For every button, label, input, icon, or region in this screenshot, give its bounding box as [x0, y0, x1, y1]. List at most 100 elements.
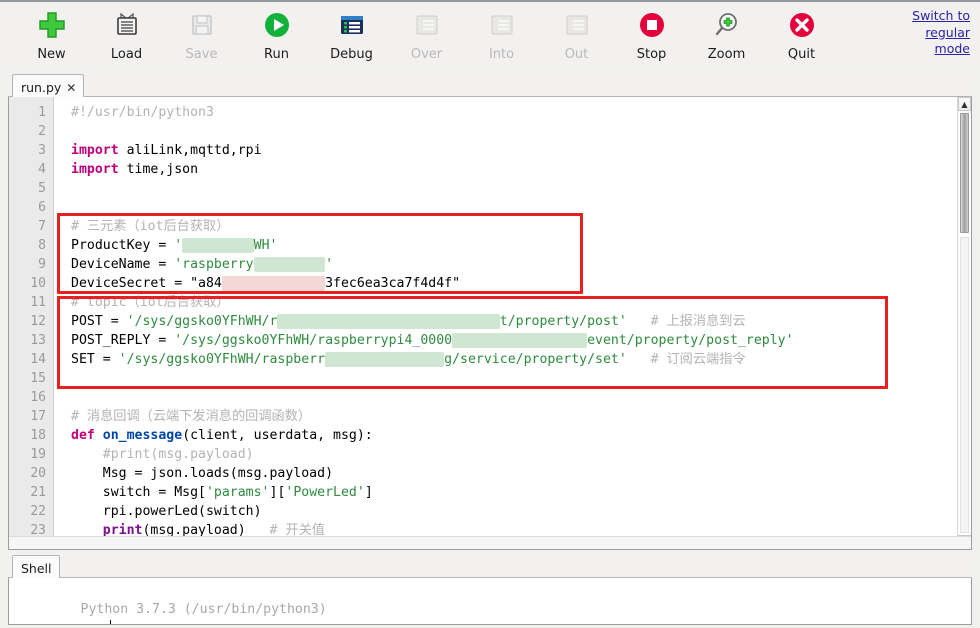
toolbar-button-over[interactable]: Over [389, 2, 464, 68]
code-token: # 上报消息到云 [626, 314, 746, 329]
line-number: 10 [30, 276, 46, 291]
code-token: def [71, 428, 95, 443]
code-token: #print(msg.payload) [71, 447, 254, 462]
code-token: ProductKey = [71, 238, 175, 253]
code-line: Msg = json.loads(msg.payload) [55, 464, 958, 483]
code-token: SET = [71, 352, 119, 367]
editor-notebook: run.py ✕ 1 2 3 4 5 6 7 8 9 10 11 12 13 14 15 16 17 18 19 20… [8, 72, 972, 550]
code-line: POST = '/sys/ggsko0YFhWH/raspberrypi4_00… [55, 312, 958, 331]
code-token: '/sys/ggsko0YFhWH/raspberr [118, 352, 326, 367]
play-icon [259, 7, 295, 43]
toolbar-button-load[interactable]: Load [89, 2, 164, 68]
code-token: t/property/post' [499, 314, 627, 329]
code-token: 'params' [205, 485, 270, 500]
code-token: import [71, 143, 119, 158]
redacted-text: ggsko0YFh [182, 238, 254, 253]
line-number: 22 [30, 504, 46, 519]
editor-tabstrip: run.py ✕ [8, 72, 972, 97]
toolbar-label: Zoom [707, 47, 746, 62]
code-token: ' [325, 257, 334, 272]
scrollbar-track[interactable] [960, 237, 969, 533]
code-token: # 三元素（iot后台获取） [71, 219, 230, 234]
line-number: 8 [38, 238, 46, 253]
editor-vertical-scrollbar[interactable]: ▲ ▼ [957, 97, 971, 549]
shell-prompt: >>> [81, 621, 105, 624]
toolbar-label: Stop [636, 47, 667, 62]
editor-horizontal-scrollbar[interactable] [9, 536, 971, 549]
editor-tab-label: run.py [21, 80, 62, 95]
toolbar-button-out[interactable]: Out [539, 2, 614, 68]
code-line: import time,json [55, 160, 958, 179]
code-line: switch = Msg['params']['PowerLed'] [55, 483, 958, 502]
save-disk-icon [184, 7, 220, 43]
toolbar-button-save[interactable]: Save [164, 2, 239, 68]
toolbar-button-zoom[interactable]: Zoom [689, 2, 764, 68]
toolbar-label: New [37, 47, 66, 62]
code-line: #print(msg.payload) [55, 445, 958, 464]
folder-open-icon [109, 7, 145, 43]
code-line: rpi.powerLed(switch) [55, 502, 958, 521]
code-line: DeviceName = 'raspberrypi4_00001' [55, 255, 958, 274]
toolbar-button-debug[interactable]: Debug [314, 2, 389, 68]
quit-x-icon [784, 7, 820, 43]
line-number: 4 [38, 162, 46, 177]
shell-notebook: Shell Python 3.7.3 (/usr/bin/python3) >>… [8, 553, 972, 625]
scroll-up-icon[interactable]: ▲ [958, 97, 971, 111]
toolbar-label: Quit [787, 47, 816, 62]
scrollbar-thumb[interactable] [960, 113, 969, 233]
line-number: 6 [38, 200, 46, 215]
code-token: DeviceName = [71, 257, 175, 272]
code-token: # 消息回调（云端下发消息的回调函数） [71, 409, 312, 424]
code-token: time,json [118, 162, 199, 177]
toolbar-button-run[interactable]: Run [239, 2, 314, 68]
code-token: WH' [253, 238, 278, 253]
line-number: 18 [30, 428, 46, 443]
code-token: on_message [102, 428, 183, 443]
close-icon[interactable]: ✕ [66, 81, 76, 95]
plus-icon [34, 7, 70, 43]
shell-output[interactable]: Python 3.7.3 (/usr/bin/python3) >>> [8, 578, 972, 625]
code-token: switch = Msg[ [71, 485, 206, 500]
line-number: 2 [38, 124, 46, 139]
code-line: DeviceSecret = "a84a0f5a7faa3b9a3fec6ea3… [55, 274, 958, 293]
editor-tab-run-py[interactable]: run.py ✕ [12, 74, 85, 97]
toolbar-button-stop[interactable]: Stop [614, 2, 689, 68]
toolbar-button-quit[interactable]: Quit [764, 2, 839, 68]
code-token: #!/usr/bin/python3 [71, 105, 214, 120]
debug-icon [334, 7, 370, 43]
shell-version-text: Python 3.7.3 (/usr/bin/python3) [80, 602, 327, 617]
line-number: 17 [30, 409, 46, 424]
code-line: SET = '/sys/ggsko0YFhWH/raspberrypi4_000… [55, 350, 958, 369]
line-number: 15 [30, 371, 46, 386]
line-numbers: 123456789101112131415161718192021222324 [9, 97, 53, 549]
code-token: ' [174, 238, 183, 253]
main-toolbar: New Load Save Run Debug Over Into Out St… [0, 2, 980, 70]
toolbar-label: Debug [330, 47, 373, 62]
code-token: rpi.powerLed(switch) [71, 504, 262, 519]
line-number: 20 [30, 466, 46, 481]
line-number: 12 [30, 314, 46, 329]
code-token: 'raspberry [174, 257, 254, 272]
code-text-area[interactable]: #!/usr/bin/python3 import aliLink,mqttd,… [55, 97, 958, 549]
code-token: 3fec6ea3ca7f4d4f" [325, 276, 461, 291]
line-number: 7 [38, 219, 46, 234]
line-number: 13 [30, 333, 46, 348]
redacted-text: ypi4_00001/thin [325, 352, 445, 367]
toolbar-button-into[interactable]: Into [464, 2, 539, 68]
code-token: # topic（iot后台获取） [71, 295, 230, 310]
line-number: 19 [30, 447, 46, 462]
code-token: Msg = json.loads(msg.payload) [71, 466, 334, 481]
code-token: aliLink,mqttd,rpi [118, 143, 262, 158]
switch-to-regular-mode-link[interactable]: Switch to regular mode [896, 8, 970, 58]
code-token: # 订阅云端指令 [626, 352, 746, 367]
toolbar-button-new[interactable]: New [14, 2, 89, 68]
code-editor[interactable]: 123456789101112131415161718192021222324 … [8, 97, 972, 550]
shell-tabstrip: Shell [8, 553, 972, 578]
code-token: POST_REPLY = [71, 333, 175, 348]
text-caret [110, 620, 112, 624]
shell-tab[interactable]: Shell [12, 555, 60, 578]
